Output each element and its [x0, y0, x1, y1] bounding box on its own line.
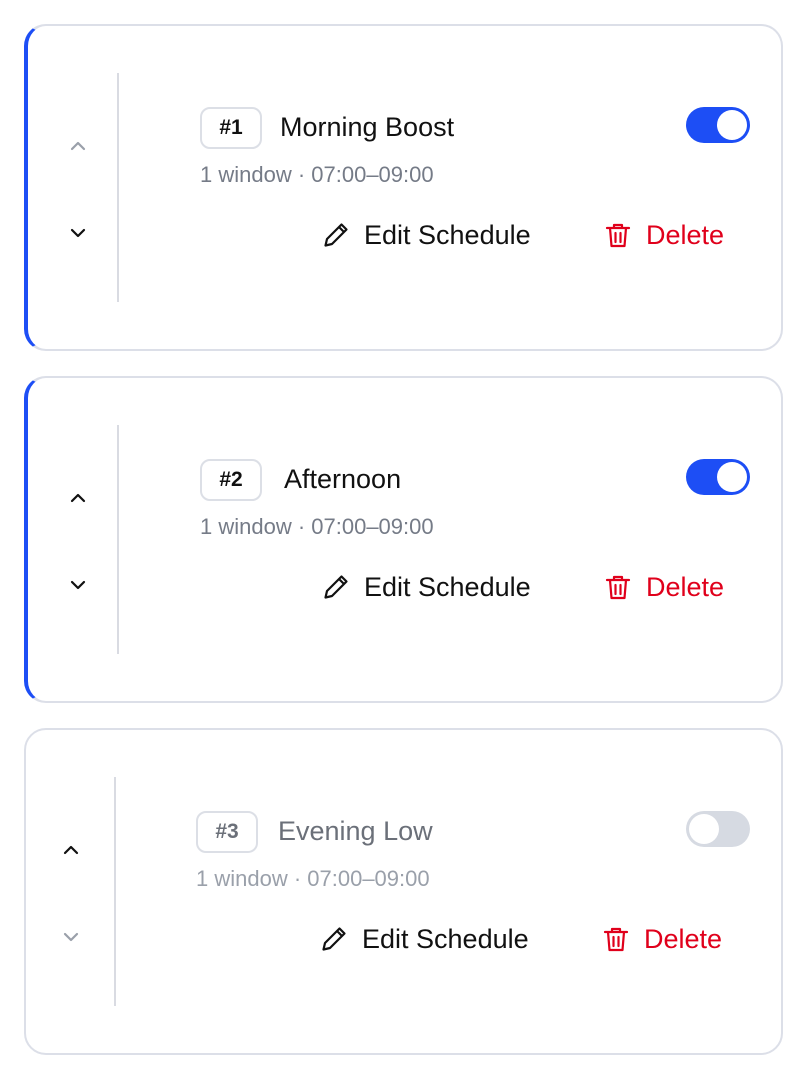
pencil-icon — [320, 219, 352, 251]
delete-button[interactable]: Delete — [600, 923, 722, 955]
edit-schedule-label: Edit Schedule — [364, 571, 531, 602]
move-down-button[interactable] — [47, 917, 95, 957]
toggle-knob — [717, 110, 747, 140]
toggle-knob — [717, 462, 747, 492]
delete-label: Delete — [644, 923, 723, 954]
divider — [117, 73, 119, 302]
schedule-meta: 1 window · 07:00–09:00 — [200, 162, 434, 187]
move-up-button[interactable] — [54, 478, 102, 518]
delete-label: Delete — [646, 571, 725, 602]
edit-schedule-label: Edit Schedule — [364, 219, 531, 250]
enable-toggle[interactable] — [686, 107, 750, 143]
rank-badge: #2 — [200, 459, 262, 501]
schedule-meta: 1 window · 07:00–09:00 — [200, 514, 434, 539]
trash-icon — [602, 219, 634, 251]
divider — [114, 777, 116, 1006]
chevron-down-icon — [63, 932, 79, 942]
schedule-name: Evening Low — [278, 816, 433, 846]
schedule-card: #2 Afternoon 1 window · 07:00–09:00 Edit… — [24, 376, 783, 703]
chevron-up-icon — [63, 845, 79, 855]
move-down-button[interactable] — [54, 213, 102, 253]
schedule-card: #1 Morning Boost 1 window · 07:00–09:00 … — [24, 24, 783, 351]
reorder-controls — [54, 378, 102, 701]
enable-toggle[interactable] — [686, 459, 750, 495]
divider — [117, 425, 119, 654]
schedule-list: #1 Morning Boost 1 window · 07:00–09:00 … — [0, 0, 808, 1080]
delete-label: Delete — [646, 219, 725, 250]
rank-badge: #3 — [196, 811, 258, 853]
delete-button[interactable]: Delete — [602, 219, 724, 251]
chevron-up-icon — [70, 493, 86, 503]
edit-schedule-button[interactable]: Edit Schedule — [320, 571, 531, 603]
rank-badge: #1 — [200, 107, 262, 149]
pencil-icon — [318, 923, 350, 955]
toggle-knob — [689, 814, 719, 844]
delete-button[interactable]: Delete — [602, 571, 724, 603]
move-up-button[interactable] — [54, 126, 102, 166]
edit-schedule-label: Edit Schedule — [362, 923, 529, 954]
trash-icon — [600, 923, 632, 955]
chevron-down-icon — [70, 580, 86, 590]
edit-schedule-button[interactable]: Edit Schedule — [320, 219, 531, 251]
reorder-controls — [47, 730, 95, 1053]
chevron-down-icon — [70, 228, 86, 238]
schedule-meta: 1 window · 07:00–09:00 — [196, 866, 430, 891]
trash-icon — [602, 571, 634, 603]
schedule-name: Morning Boost — [280, 112, 455, 142]
move-down-button[interactable] — [54, 565, 102, 605]
enable-toggle[interactable] — [686, 811, 750, 847]
schedule-card: #3 Evening Low 1 window · 07:00–09:00 Ed… — [24, 728, 783, 1055]
reorder-controls — [54, 26, 102, 349]
pencil-icon — [320, 571, 352, 603]
move-up-button[interactable] — [47, 830, 95, 870]
chevron-up-icon — [70, 141, 86, 151]
edit-schedule-button[interactable]: Edit Schedule — [318, 923, 529, 955]
schedule-name: Afternoon — [284, 464, 402, 494]
